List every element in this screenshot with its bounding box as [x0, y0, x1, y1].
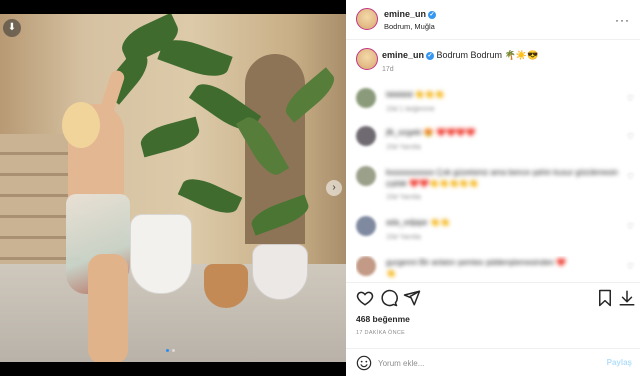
caption-age: 17d [382, 66, 394, 73]
comment-text: ada_edjajar 👏👏 [386, 218, 450, 227]
comment-avatar[interactable] [356, 166, 376, 186]
heart-icon[interactable]: ♡ [627, 172, 634, 181]
avatar[interactable] [356, 8, 378, 30]
comment-text: jfk_ezgeki 😍 ❤️❤️❤️❤️ [386, 128, 476, 137]
post-details-panel: emine_un ✓ Bodrum, Muğla ··· emine_un ✓ Bo… [346, 0, 640, 376]
comment-avatar[interactable] [356, 256, 376, 276]
caption: emine_un ✓ Bodrum Bodrum 🌴☀️😎 [382, 50, 538, 61]
photo-person-legs [88, 254, 128, 362]
send-icon[interactable] [403, 289, 421, 307]
slide-dot [172, 349, 175, 352]
comment-text: gurgenni Bir anlatın şemtes şiddenşlemes… [386, 258, 567, 267]
heart-icon[interactable]: ♡ [627, 132, 634, 141]
download-icon[interactable] [618, 289, 636, 307]
caption-avatar[interactable] [356, 48, 378, 70]
list-item: ksssssssssso Çok güzelsiniz ama bence şa… [356, 166, 636, 206]
add-comment-bar: Paylaş [346, 348, 640, 376]
comment-meta[interactable]: 15d Yanıtla [386, 144, 421, 151]
heart-icon[interactable]: ♡ [627, 94, 634, 103]
comment-avatar[interactable] [356, 88, 376, 108]
comment-icon[interactable] [380, 289, 398, 307]
verified-badge-icon: ✓ [428, 10, 437, 19]
comment-avatar[interactable] [356, 216, 376, 236]
action-bar [346, 282, 640, 312]
caption-text: Bodrum Bodrum 🌴☀️😎 [436, 50, 539, 60]
bookmark-icon[interactable] [596, 289, 614, 307]
comment-text-line2: çıplak ❤️❤️👏👏👏👏👏 [386, 179, 479, 188]
post-header: emine_un ✓ Bodrum, Muğla ··· [346, 0, 640, 40]
instagram-post-window: ⬇ › emine_un ✓ Bodrum, Muğla ··· emine_un… [0, 0, 640, 376]
comment-text: ksssssssssso Çok güzelsiniz ama bence şa… [386, 168, 619, 177]
slide-dot [166, 349, 169, 352]
header-username[interactable]: emine_un ✓ [384, 9, 437, 19]
verified-badge-icon: ✓ [426, 51, 435, 60]
post-timestamp: 17 DAKİKA ÖNCE [356, 330, 406, 336]
comment-input[interactable] [378, 355, 598, 371]
username-text[interactable]: emine_un [384, 9, 426, 19]
list-item: lalalalal 👏👏👏 15d 1 beğenme ♡ [356, 88, 636, 118]
download-icon[interactable]: ⬇ [3, 19, 21, 37]
photo-person-head [62, 102, 100, 148]
post-comment-button[interactable]: Paylaş [607, 358, 632, 367]
chevron-right-icon[interactable]: › [326, 180, 342, 196]
terracotta-pot [204, 264, 248, 308]
more-options-icon[interactable]: ··· [615, 13, 630, 27]
comment-meta[interactable]: 15d Yanıtla [386, 234, 421, 241]
comment-meta[interactable]: 15d 1 beğenme [386, 106, 435, 113]
slide-indicator [166, 349, 175, 352]
list-item: ada_edjajar 👏👏 15d Yanıtla ♡ [356, 216, 636, 246]
comment-text: lalalalal 👏👏👏 [386, 90, 445, 99]
like-count[interactable]: 468 beğenme [356, 314, 410, 324]
comment-text-line2: 👏 [386, 269, 396, 278]
list-item: jfk_ezgeki 😍 ❤️❤️❤️❤️ 15d Yanıtla ♡ [356, 126, 636, 156]
list-item: gurgenni Bir anlatın şemtes şiddenşlemes… [356, 256, 636, 282]
caption-username[interactable]: emine_un [382, 50, 424, 60]
emoji-icon[interactable] [356, 355, 372, 371]
white-pot [130, 214, 192, 294]
white-pot [252, 244, 308, 300]
heart-icon[interactable] [356, 289, 374, 307]
heart-icon[interactable]: ♡ [627, 222, 634, 231]
comment-meta[interactable]: 15d Yanıtla [386, 194, 421, 201]
heart-icon[interactable]: ♡ [627, 262, 634, 271]
location-link[interactable]: Bodrum, Muğla [384, 22, 435, 31]
comment-avatar[interactable] [356, 126, 376, 146]
post-photo[interactable] [0, 14, 346, 362]
